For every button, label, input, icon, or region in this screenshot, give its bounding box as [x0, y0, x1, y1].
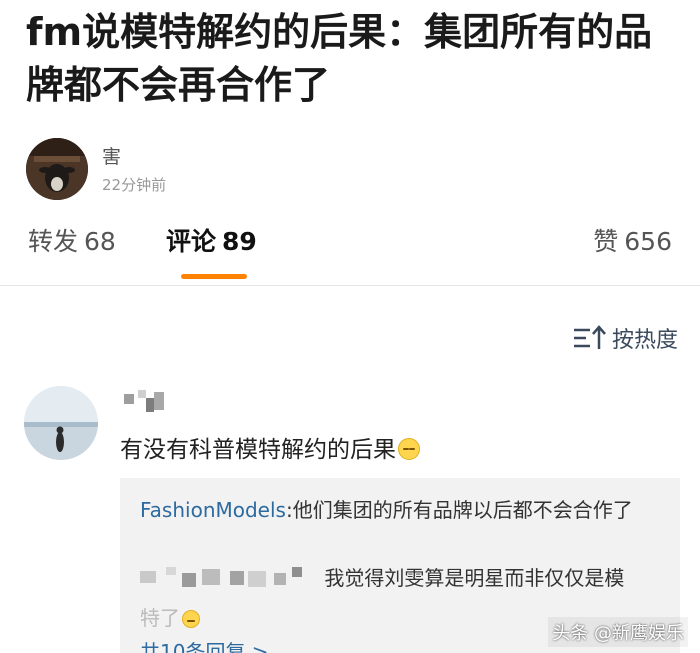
active-tab-indicator — [181, 274, 247, 279]
author-name[interactable]: 害 — [102, 142, 121, 169]
reply-author[interactable]: FashionModels — [140, 498, 286, 522]
commenter-avatar[interactable] — [24, 386, 98, 460]
reply-text: 我觉得刘雯算是明星而非仅仅是模 — [324, 566, 625, 590]
post-title: fm说模特解约的后果：集团所有的品牌都不会再合作了 — [26, 10, 653, 107]
author-row[interactable]: 害 22分钟前 — [26, 138, 426, 202]
comment-text: 有没有科普模特解约的后果 — [120, 430, 420, 464]
tab-like[interactable]: 赞 656 — [593, 222, 672, 258]
tab-comment[interactable]: 评论 89 — [166, 222, 257, 258]
tab-repost-label: 转发 — [28, 227, 79, 256]
tab-like-count: 656 — [624, 227, 672, 256]
tab-bar: 转发 68 评论 89 赞 656 — [0, 222, 700, 282]
more-replies-link[interactable]: 共10条回复 > — [140, 636, 269, 653]
divider — [0, 285, 700, 286]
commenter-name-blurred[interactable] — [120, 388, 190, 414]
tab-repost[interactable]: 转发 68 — [28, 222, 116, 258]
post-time: 22分钟前 — [102, 176, 167, 194]
sort-icon — [573, 325, 606, 349]
tab-repost-count: 68 — [84, 227, 116, 256]
sort-label: 按热度 — [611, 328, 678, 353]
tab-comment-label: 评论 — [166, 227, 217, 256]
watermark: 头条 @新鹰娱乐 — [548, 617, 688, 647]
smile-emoji-icon — [398, 438, 420, 460]
sort-button[interactable]: 按热度 — [572, 322, 678, 354]
reply-text: 他们集团的所有品牌以后都不会合作了 — [292, 498, 633, 522]
comment-body: 有没有科普模特解约的后果 — [120, 437, 396, 463]
author-avatar[interactable] — [26, 138, 88, 200]
reply-item: FashionModels:他们集团的所有品牌以后都不会合作了 — [140, 494, 660, 526]
tab-like-label: 赞 — [593, 227, 619, 256]
tab-comment-count: 89 — [222, 227, 257, 256]
reply-separator: : — [285, 498, 293, 522]
reply-author-blurred[interactable] — [140, 565, 318, 589]
smile-emoji-icon — [182, 610, 200, 628]
reply-text-tail-label: 特了 — [140, 606, 180, 630]
